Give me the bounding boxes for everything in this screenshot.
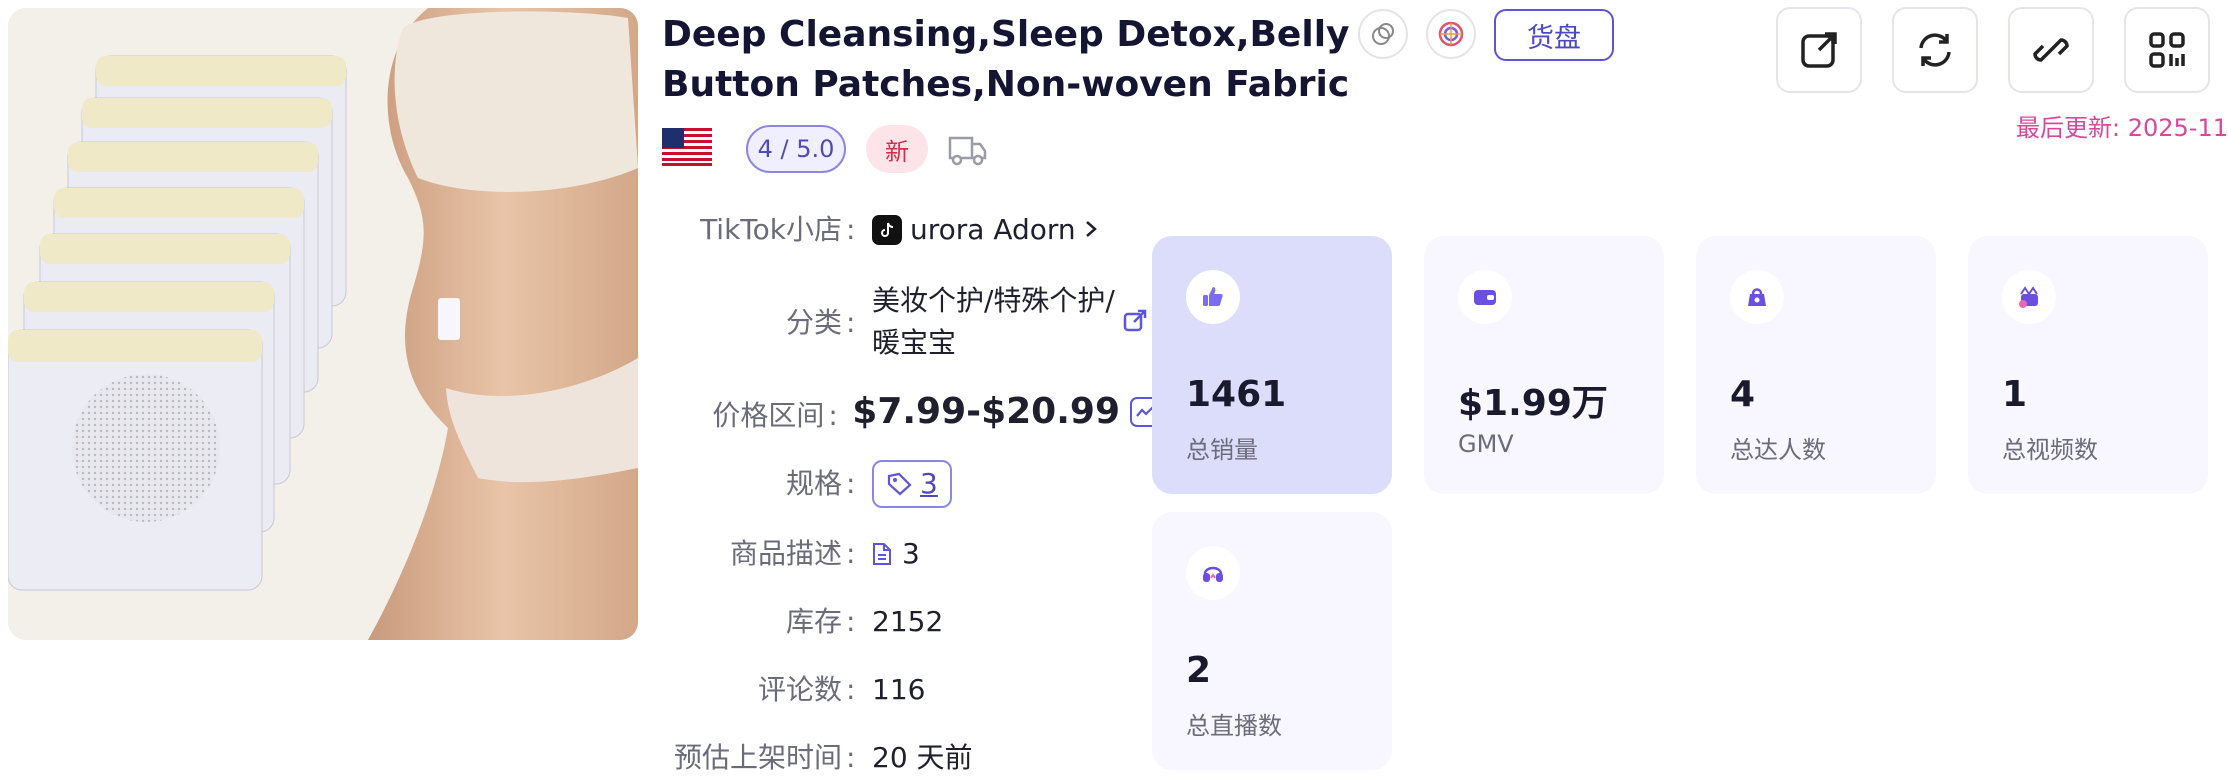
- stat-card-gmv[interactable]: $1.99万 GMV: [1424, 236, 1664, 494]
- colon: :: [846, 673, 856, 706]
- stat-value: 4: [1730, 374, 1756, 415]
- spec-count: 3: [920, 467, 938, 500]
- refresh-icon: [1919, 33, 1951, 67]
- shop-row: TikTok小店 : urora Adorn: [620, 208, 1160, 252]
- shop-link[interactable]: urora Adorn: [872, 208, 1160, 252]
- stat-label: 总达人数: [1730, 436, 1826, 464]
- product-image[interactable]: [8, 8, 638, 640]
- stat-value: 2: [1186, 650, 1212, 691]
- description-link[interactable]: 3: [872, 532, 1160, 576]
- category-line1: 美妆个护/特殊个护/: [872, 284, 1115, 317]
- listed-label: 预估上架时间: [673, 741, 842, 774]
- stat-value: 1: [2002, 374, 2028, 415]
- stat-value: 1461: [1186, 374, 1287, 415]
- product-title-line2: Button Patches,Non-woven Fabric Bel...: [662, 64, 1362, 105]
- category-link[interactable]: 美妆个护/特殊个护/ 暖宝宝: [872, 280, 1160, 364]
- stat-value: $1.99万: [1458, 383, 1608, 424]
- stat-label: 总视频数: [2002, 436, 2098, 464]
- stat-card-videos[interactable]: 1 总视频数: [1968, 236, 2208, 494]
- thumbs-up-icon: [1186, 270, 1240, 324]
- qr-code-icon: [2149, 32, 2185, 68]
- wallet-icon: [1458, 270, 1512, 324]
- price-row: 价格区间 : $7.99-$20.99: [620, 390, 1160, 438]
- external-link-icon[interactable]: [1122, 308, 1148, 334]
- listed-row: 预估上架时间 : 20 天前: [620, 736, 1160, 778]
- listed-value: 20 天前: [872, 741, 973, 774]
- tiktok-shop-icon: [872, 215, 902, 245]
- colon: :: [846, 306, 856, 339]
- reviews-value: 116: [872, 673, 926, 706]
- stat-card-sales[interactable]: 1461 总销量: [1152, 236, 1392, 494]
- video-icon: [2002, 270, 2056, 324]
- refresh-button[interactable]: [1892, 7, 1978, 93]
- huopan-button[interactable]: 货盘: [1494, 9, 1614, 61]
- stock-value: 2152: [872, 605, 944, 638]
- stat-card-livestreams[interactable]: 2 总直播数: [1152, 512, 1392, 770]
- colon: :: [846, 467, 856, 500]
- colon: :: [846, 213, 856, 246]
- product-title-line1: Deep Cleansing,Sleep Detox,Belly: [662, 14, 1350, 55]
- chevron-right-icon: [1084, 208, 1098, 252]
- tag-icon: [887, 472, 912, 496]
- spec-label: 规格: [785, 467, 842, 500]
- stat-label: 总直播数: [1186, 712, 1282, 740]
- stat-card-influencers[interactable]: 4 总达人数: [1696, 236, 1936, 494]
- price-value: $7.99-$20.99: [852, 391, 1120, 432]
- stock-label: 库存: [785, 605, 842, 638]
- description-label: 商品描述: [729, 537, 842, 570]
- description-row: 商品描述 : 3: [620, 532, 1160, 576]
- delivery-truck-icon: [946, 128, 988, 170]
- influencer-icon: [1730, 270, 1784, 324]
- product-title: Deep Cleansing,Sleep Detox,Belly Button …: [662, 10, 1362, 110]
- rating-badge: 4 / 5.0: [746, 125, 846, 173]
- shop-name: urora Adorn: [910, 213, 1076, 246]
- spec-chip[interactable]: 3: [872, 460, 952, 508]
- price-range: $7.99-$20.99: [852, 390, 1160, 434]
- stat-label: 总销量: [1186, 436, 1258, 464]
- last-updated: 最后更新: 2025-11: [2016, 114, 2228, 142]
- reviews-row: 评论数 : 116: [620, 668, 1160, 712]
- description-count: 3: [902, 537, 920, 570]
- category-label: 分类: [785, 306, 842, 339]
- colon: :: [828, 399, 838, 432]
- link-icon: [2033, 38, 2069, 62]
- copy-icon[interactable]: [1358, 9, 1408, 59]
- colon: :: [846, 605, 856, 638]
- price-label: 价格区间: [712, 399, 825, 432]
- share-button[interactable]: [1776, 7, 1862, 93]
- spec-row: 规格 : 3: [620, 460, 1160, 509]
- category-row: 分类 : 美妆个护/特殊个护/ 暖宝宝: [620, 280, 1160, 364]
- external-share-icon: [1801, 32, 1837, 68]
- shop-label: TikTok小店: [700, 213, 842, 246]
- stat-label: GMV: [1458, 430, 1514, 458]
- qr-code-button[interactable]: [2124, 7, 2210, 93]
- live-icon: [1186, 546, 1240, 600]
- stock-row: 库存 : 2152: [620, 600, 1160, 644]
- colon: :: [846, 741, 856, 774]
- reviews-label: 评论数: [757, 673, 842, 706]
- ai-openai-icon[interactable]: [1426, 9, 1476, 59]
- new-badge: 新: [866, 125, 928, 173]
- category-line2: 暖宝宝: [872, 326, 957, 359]
- us-flag-icon: [662, 128, 712, 166]
- spec-value: 3: [872, 460, 1160, 509]
- document-icon: [873, 543, 891, 565]
- link-button[interactable]: [2008, 7, 2094, 93]
- colon: :: [846, 537, 856, 570]
